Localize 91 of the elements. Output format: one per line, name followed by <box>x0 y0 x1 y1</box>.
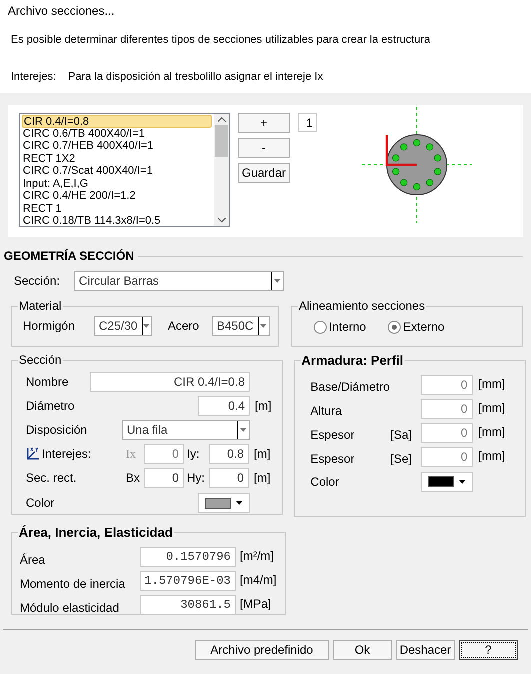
field-label: [mm] <box>478 424 506 440</box>
input-field[interactable]: 0 <box>144 468 184 488</box>
field-label: Hy: <box>187 470 206 487</box>
input-field[interactable]: 0.1570796 <box>140 546 236 566</box>
list-button[interactable]: + <box>238 113 290 133</box>
field-label: Momento de inercia <box>20 576 126 592</box>
field-label: Área <box>20 552 46 568</box>
field-label: Diámetro <box>26 398 76 415</box>
group-title: Área, Inercia, Elasticidad <box>18 524 174 542</box>
input-field[interactable]: 0.4 <box>198 396 250 416</box>
field-label: Color <box>310 474 340 490</box>
list-item[interactable]: RECT 1X2 <box>22 152 212 165</box>
field-label: [m] <box>254 470 271 487</box>
field-label: Hormigón <box>22 318 76 335</box>
field-label: [m] <box>255 398 272 415</box>
radio-button[interactable] <box>388 320 402 334</box>
dialog-button[interactable]: ? <box>459 640 518 660</box>
section-heading: GEOMETRÍA SECCIÓN <box>4 248 134 265</box>
field-label: Iy: <box>187 446 201 463</box>
field-label: [mm] <box>478 376 506 392</box>
field-label: Acero <box>168 318 200 335</box>
group-title: Armadura: Perfil <box>300 352 405 370</box>
dropdown-arrow-icon <box>143 324 150 328</box>
field-label: [mm] <box>478 448 506 464</box>
field-label: Sec. rect. <box>26 470 77 487</box>
field-label: [m4/m] <box>240 572 277 588</box>
list-item[interactable]: Input: A,E,I,G <box>22 178 212 190</box>
input-field[interactable]: 0.8 <box>209 444 249 464</box>
field-label: Color <box>26 495 56 512</box>
field-label: Ix <box>126 446 137 463</box>
field-label: Interejes: <box>42 446 92 463</box>
dialog-button[interactable]: Ok <box>333 640 392 660</box>
scroll-down-icon[interactable] <box>218 218 226 223</box>
dropdown-arrow-icon <box>274 279 282 283</box>
note-text: Para la disposición al tresbolillo asignar el intereje Ix <box>68 70 324 84</box>
dialog-button[interactable]: Deshacer <box>396 640 455 660</box>
scroll-up-icon[interactable] <box>218 117 226 122</box>
field-label: [mm] <box>478 400 506 416</box>
steel-select[interactable]: B450C <box>212 316 270 336</box>
field-label: Altura <box>310 402 344 420</box>
field-label: [Se] <box>390 450 414 468</box>
list-button[interactable]: - <box>238 138 290 158</box>
field-label: [MPa] <box>240 596 272 612</box>
radio-button[interactable] <box>314 320 327 334</box>
group-title: Sección <box>18 352 63 369</box>
input-field[interactable]: 0 <box>144 444 184 464</box>
axes-icon <box>26 447 40 461</box>
input-field[interactable]: 0 <box>209 468 249 488</box>
field-label: [m²/m] <box>240 548 274 564</box>
field-label: Espesor <box>310 450 356 468</box>
field-label: Base/Diámetro <box>310 378 391 396</box>
count-field[interactable]: 1 <box>298 113 317 132</box>
field-label: Espesor <box>310 426 356 444</box>
group-title: Alineamiento secciones <box>298 298 426 315</box>
list-item[interactable]: RECT 1 <box>22 202 212 215</box>
dropdown-arrow-icon <box>240 428 247 432</box>
list-button[interactable]: Guardar <box>238 163 290 183</box>
scroll-thumb[interactable] <box>215 125 228 157</box>
dialog-button[interactable]: Archivo predefinido <box>195 640 329 660</box>
note-label: Interejes: <box>11 70 56 84</box>
dropdown-arrow-icon <box>236 501 243 505</box>
layout-select[interactable]: Una fila <box>122 420 250 440</box>
section-list[interactable]: CIR 0.4/I=0.8 CIRC 0.6/TB 400X40/I=1 CIRC 0.7/HEB 400X40/I=1 RECT 1X2 CIRC 0.7/Scat 400X40/I=1 Input: A,E,I,G CIRC 0.4/HE 200/I=1.2 RECT 1 CIRC 0.18/TB 114.3x8/I=0.5 <box>19 113 230 227</box>
group-title: Material <box>18 298 63 315</box>
input-field[interactable]: 1.570796E-03 <box>140 570 236 590</box>
list-item[interactable]: CIRC 0.6/TB 400X40/I=1 <box>22 128 212 140</box>
list-item[interactable]: CIRC 0.7/Scat 400X40/I=1 <box>22 165 212 178</box>
scrollbar[interactable] <box>214 114 229 226</box>
window-title: Archivo secciones... <box>8 3 116 20</box>
description-text: Es posible determinar diferentes tipos de secciones utilizables para crear la estructura <box>11 33 432 48</box>
field-label: Módulo elasticidad <box>20 600 120 616</box>
color-picker[interactable] <box>198 493 250 513</box>
field-label: Bx <box>126 470 142 487</box>
radio-option[interactable]: Externo <box>388 318 445 336</box>
input-field[interactable]: CIR 0.4/I=0.8 <box>90 372 250 392</box>
field-label: Disposición <box>26 422 88 439</box>
field-label: [Sa] <box>390 426 414 444</box>
concrete-select[interactable]: C25/30 <box>94 316 152 336</box>
field-label: Nombre <box>26 374 70 391</box>
dropdown-arrow-icon <box>260 324 268 328</box>
dropdown-arrow-icon <box>458 480 466 484</box>
color-picker[interactable] <box>420 472 473 492</box>
input-field[interactable]: 30861.5 <box>140 594 236 614</box>
list-item[interactable]: CIRC 0.18/TB 114.3x8/I=0.5 <box>22 215 212 226</box>
field-label: Sección: <box>14 273 60 290</box>
section-type-select[interactable]: Circular Barras <box>74 271 284 291</box>
list-item[interactable]: CIR 0.4/I=0.8 <box>22 115 212 128</box>
field-label: [m] <box>254 446 271 463</box>
list-item[interactable]: CIRC 0.7/HEB 400X40/I=1 <box>22 140 212 152</box>
list-item[interactable]: CIRC 0.4/HE 200/I=1.2 <box>22 190 212 202</box>
radio-option[interactable]: Interno <box>314 318 366 336</box>
